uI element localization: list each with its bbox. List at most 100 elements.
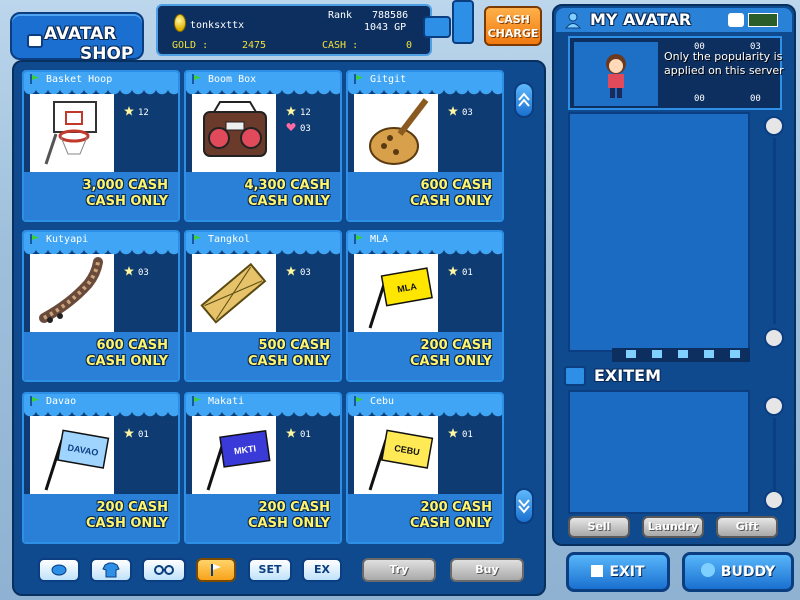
exit-button[interactable]: EXIT bbox=[566, 552, 670, 592]
item-stat: 03 bbox=[286, 122, 311, 134]
level-indicator bbox=[748, 13, 778, 27]
item-stat-value: 12 bbox=[138, 108, 149, 118]
scroll-up-button[interactable] bbox=[764, 396, 784, 416]
price-area: 500 CASH CASH ONLY bbox=[186, 332, 340, 380]
decor-pipe bbox=[423, 16, 451, 38]
exit-label: EXIT bbox=[609, 564, 645, 580]
scroll-up-button[interactable] bbox=[514, 82, 534, 118]
item-stat-value: 12 bbox=[300, 108, 311, 118]
stat-b: 03 bbox=[750, 42, 761, 52]
popularity-notice: Only the popularity is applied on this s… bbox=[664, 50, 784, 77]
flag-picture: CEBU bbox=[368, 429, 434, 491]
scroll-up-button[interactable] bbox=[764, 116, 784, 136]
green-flag-icon bbox=[354, 234, 363, 244]
star-icon bbox=[124, 428, 134, 438]
category-body-button[interactable] bbox=[90, 558, 132, 582]
gp-value: 1043 GP bbox=[364, 22, 407, 33]
face-tab-icon[interactable] bbox=[652, 350, 662, 358]
item-card[interactable]: Makati MKTI 01 200 CASH CASH ONLY bbox=[184, 392, 342, 544]
green-flag-icon bbox=[192, 396, 201, 406]
player-info-bar: tonksxttx Rank 788586 1043 GP GOLD : 247… bbox=[156, 4, 432, 56]
chevron-up-icon bbox=[518, 92, 530, 107]
sell-button[interactable]: Sell bbox=[568, 516, 630, 538]
scroll-down-button[interactable] bbox=[764, 490, 784, 510]
item-card[interactable]: Davao DAVAO 01 200 CASH CASH ONLY bbox=[22, 392, 180, 544]
item-card[interactable]: Gitgit 03 600 CASH CASH ONLY bbox=[346, 70, 504, 222]
green-flag-icon bbox=[192, 74, 201, 84]
item-stat: 03 bbox=[448, 106, 473, 118]
avatar-panel: MY AVATAR Only the popularity is applied… bbox=[552, 4, 796, 546]
item-stat: 01 bbox=[124, 428, 149, 440]
item-name: Basket Hoop bbox=[24, 72, 178, 88]
star-icon bbox=[448, 428, 458, 438]
item-price: 200 CASH bbox=[96, 500, 168, 515]
equipped-scrollbar[interactable] bbox=[764, 116, 786, 348]
green-flag-icon bbox=[354, 396, 363, 406]
item-name: Kutyapi bbox=[24, 232, 178, 248]
price-area: 600 CASH CASH ONLY bbox=[24, 332, 178, 380]
item-stat: 01 bbox=[448, 266, 473, 278]
decor-pipe bbox=[452, 0, 474, 44]
price-area: 200 CASH CASH ONLY bbox=[348, 494, 502, 542]
green-flag-icon bbox=[30, 74, 39, 84]
item-price-note: CASH ONLY bbox=[410, 194, 492, 209]
avatar-figure bbox=[574, 42, 658, 106]
avatar-preview: Only the popularity is applied on this s… bbox=[568, 36, 784, 110]
chevron-down-icon bbox=[518, 499, 530, 514]
item-price: 600 CASH bbox=[420, 178, 492, 193]
exitem-scrollbar[interactable] bbox=[764, 396, 786, 514]
item-image: MKTI bbox=[192, 416, 276, 494]
item-card[interactable]: MLA MLA 01 200 CASH CASH ONLY bbox=[346, 230, 504, 382]
item-stat: 03 bbox=[124, 266, 149, 278]
item-stat-value: 03 bbox=[300, 268, 311, 278]
item-stat: 01 bbox=[448, 428, 473, 440]
item-card[interactable]: Tangkol 03 500 CASH CASH ONLY bbox=[184, 230, 342, 382]
scroll-down-button[interactable] bbox=[514, 488, 534, 524]
shirt-tab-icon[interactable] bbox=[678, 350, 688, 358]
star-icon bbox=[286, 106, 296, 116]
category-flag-button[interactable] bbox=[196, 558, 236, 582]
star-icon bbox=[286, 428, 296, 438]
item-stat: 12 bbox=[286, 106, 311, 118]
item-name: Davao bbox=[24, 394, 178, 410]
star-icon bbox=[124, 266, 134, 276]
cash-charge-line2: CHARGE bbox=[487, 27, 539, 40]
flag-tab-icon[interactable] bbox=[730, 350, 740, 358]
avatar-header: MY AVATAR bbox=[556, 8, 792, 32]
laundry-button[interactable]: Laundry bbox=[642, 516, 704, 538]
scroll-down-button[interactable] bbox=[764, 328, 784, 348]
item-card[interactable]: Basket Hoop 12 3,000 CASH CASH ONLY bbox=[22, 70, 180, 222]
cash-charge-button[interactable]: CASH CHARGE bbox=[484, 6, 542, 46]
item-price: 600 CASH bbox=[96, 338, 168, 353]
exitem-list[interactable] bbox=[568, 390, 750, 514]
gold-label: GOLD : bbox=[172, 40, 209, 51]
buy-button[interactable]: Buy bbox=[450, 558, 524, 582]
try-button[interactable]: Try bbox=[362, 558, 436, 582]
category-head-button[interactable] bbox=[38, 558, 80, 582]
glasses-icon bbox=[154, 565, 174, 575]
item-stat-value: 01 bbox=[462, 268, 473, 278]
item-image: CEBU bbox=[354, 416, 438, 494]
equip-tab-strip[interactable] bbox=[612, 348, 750, 362]
head-tab-icon[interactable] bbox=[626, 350, 636, 358]
green-flag-icon bbox=[192, 234, 201, 244]
stat-d: 00 bbox=[750, 94, 761, 104]
category-eyes-button[interactable] bbox=[142, 558, 186, 582]
item-price: 3,000 CASH bbox=[82, 178, 169, 193]
item-price-note: CASH ONLY bbox=[410, 354, 492, 369]
item-card[interactable]: Boom Box 12 03 4,300 CASH CASH ONLY bbox=[184, 70, 342, 222]
heart-icon bbox=[286, 123, 296, 131]
item-card[interactable]: Cebu CEBU 01 200 CASH CASH ONLY bbox=[346, 392, 504, 544]
equipped-list[interactable] bbox=[568, 112, 750, 352]
gift-button[interactable]: Gift bbox=[716, 516, 778, 538]
ex-button[interactable]: EX bbox=[302, 558, 342, 582]
eyes-tab-icon[interactable] bbox=[704, 350, 714, 358]
item-card[interactable]: Kutyapi 03 600 CASH CASH ONLY bbox=[22, 230, 180, 382]
kutyapi-picture bbox=[39, 257, 103, 323]
buddy-button[interactable]: BUDDY bbox=[682, 552, 794, 592]
item-price-note: CASH ONLY bbox=[86, 194, 168, 209]
stat-c: 00 bbox=[694, 94, 705, 104]
set-button[interactable]: SET bbox=[248, 558, 292, 582]
gitgit-picture bbox=[369, 98, 429, 165]
item-image bbox=[30, 94, 114, 172]
